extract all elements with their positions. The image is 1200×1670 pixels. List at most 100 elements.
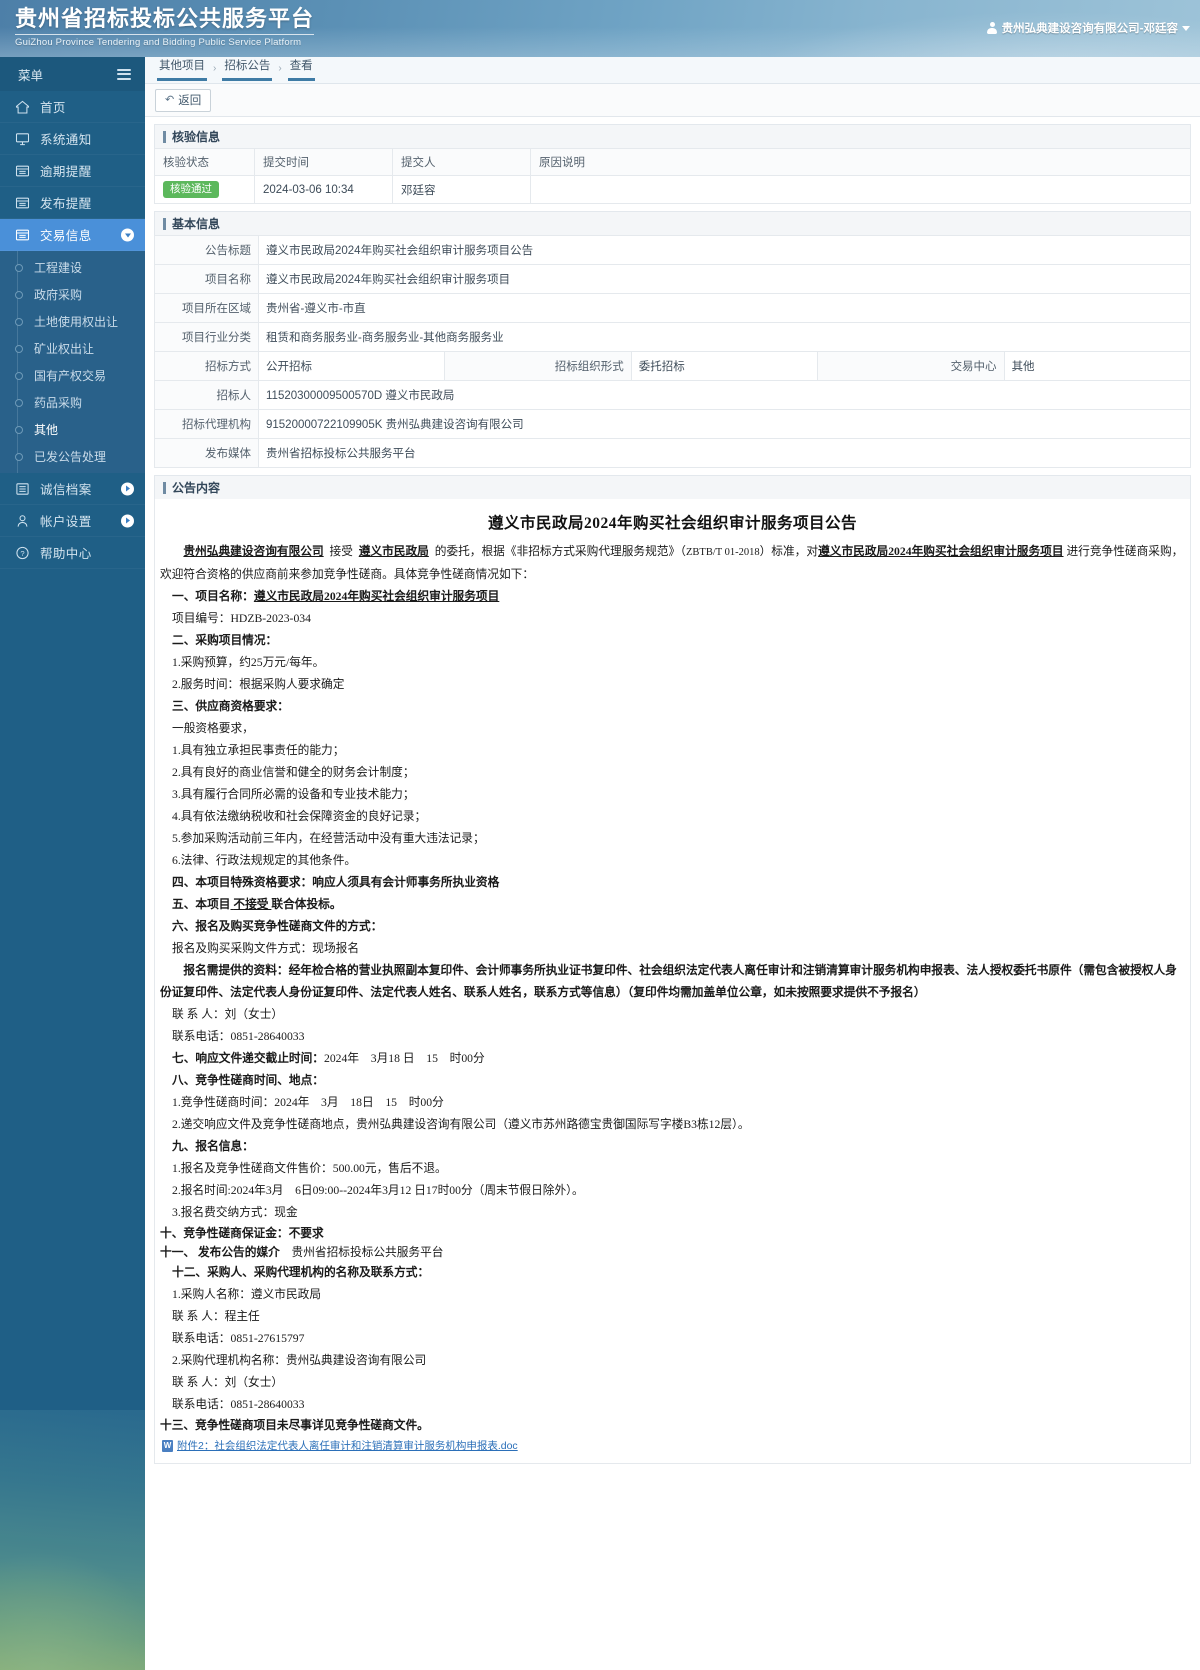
app-header: 贵州省招标投标公共服务平台 GuiZhou Province Tendering… — [0, 0, 1200, 57]
chevron-down-icon[interactable] — [121, 228, 134, 241]
basic-section-header: 基本信息 — [154, 211, 1191, 235]
sidebar-item-publish-reminder[interactable]: 发布提醒 — [0, 187, 145, 219]
sidebar-subitem-label: 其他 — [34, 423, 59, 437]
hamburger-icon[interactable] — [117, 68, 131, 80]
basic-info-table: 公告标题 遵义市民政局2024年购买社会组织审计服务项目公告 项目名称 遵义市民… — [154, 235, 1192, 468]
sidebar-subitem-label: 国有产权交易 — [34, 369, 107, 383]
table-row: 招标人 11520300009500570D 遵义市民政局 — [154, 380, 1191, 410]
back-button[interactable]: ↶ 返回 — [155, 88, 212, 112]
section-8-heading: 八、竞争性磋商时间、地点： — [172, 1074, 324, 1087]
sidebar-submenu: 工程建设 政府采购 土地使用权出让 矿业权出让 国有产权交易 药品采购 其他 已… — [0, 251, 145, 473]
field-label: 项目所在区域 — [154, 293, 259, 323]
field-value-trade-center: 其他 — [1003, 351, 1192, 381]
sidebar-item-label: 发布提醒 — [40, 197, 92, 211]
field-value-org-form: 委托招标 — [630, 351, 819, 381]
sidebar-item-account-settings[interactable]: 帐户设置 — [0, 505, 145, 537]
section-9-item-2: 2.报名时间:2024年3月 6日09:00--2024年3月12 日17时00… — [172, 1184, 584, 1197]
sidebar-subitem-state-property[interactable]: 国有产权交易 — [0, 362, 145, 389]
section-1-value: 遵义市民政局2024年购买社会组织审计服务项目 — [253, 590, 500, 603]
archive-icon — [16, 482, 29, 495]
field-label: 招标代理机构 — [154, 409, 259, 439]
announcement-body: 遵义市民政局2024年购买社会组织审计服务项目公告 贵州弘典建设咨询有限公司 接… — [154, 499, 1191, 1464]
chevron-down-icon — [1182, 25, 1190, 31]
section-6-method: 报名及购买采购文件方式：现场报名 — [172, 942, 360, 955]
cell-verify-status: 核验通过 — [154, 175, 255, 204]
section-12-buyer-phone: 联系电话：0851-27615797 — [172, 1332, 305, 1345]
section-8-item-1: 1.竞争性磋商时间：2024年 3月 18日 15 时00分 — [172, 1096, 444, 1109]
section-accent-bar — [163, 217, 166, 230]
attachment-link[interactable]: 附件2：社会组织法定代表人离任审计和注销清算审计服务机构申报表.doc — [158, 1435, 520, 1459]
section-3-item-1: 1.具有独立承担民事责任的能力； — [172, 744, 345, 757]
section-2-heading: 二、采购项目情况： — [172, 634, 278, 647]
field-label: 项目行业分类 — [154, 322, 259, 352]
col-submit-time: 提交时间 — [254, 148, 393, 176]
section-12-buyer-name: 1.采购人名称：遵义市民政局 — [172, 1288, 322, 1301]
basic-info-panel: 基本信息 公告标题 遵义市民政局2024年购买社会组织审计服务项目公告 项目名称… — [154, 211, 1192, 468]
sidebar-item-home[interactable]: 首页 — [0, 91, 145, 123]
monitor-icon — [15, 132, 30, 145]
section-9-item-3: 3.报名费交纳方式：现金 — [172, 1206, 298, 1219]
section-11-value: 贵州省招标投标公共服务平台 — [291, 1246, 444, 1259]
sidebar-item-label: 逾期提醒 — [40, 165, 92, 179]
breadcrumb-item-other-project[interactable]: 其他项目 — [157, 59, 207, 81]
list-icon — [15, 165, 30, 176]
section-5-heading: 五、本项目 不接受 联合体投标。 — [158, 894, 1187, 916]
breadcrumb-separator: › — [278, 62, 282, 74]
section-1-label: 一、项目名称： — [172, 590, 254, 603]
sidebar-subitem-gov-procurement[interactable]: 政府采购 — [0, 281, 145, 308]
sidebar-subitem-land-use-rights[interactable]: 土地使用权出让 — [0, 308, 145, 335]
section-12-buyer-contact: 联 系 人：程主任 — [172, 1310, 260, 1323]
breadcrumb-separator: › — [213, 62, 217, 74]
intro-accept: 接受 — [329, 545, 353, 558]
announcement-intro: 贵州弘典建设咨询有限公司 接受 遵义市民政局 的委托，根据《非招标方式采购代理服… — [158, 541, 1187, 586]
field-label: 发布媒体 — [154, 438, 259, 468]
intro-mid2: ）标准，对 — [759, 545, 819, 558]
section-11-heading: 十一、 发布公告的媒介 贵州省招标投标公共服务平台 — [158, 1243, 1187, 1262]
announcement-section-title: 公告内容 — [172, 481, 221, 495]
sidebar-subitem-drug-procurement[interactable]: 药品采购 — [0, 389, 145, 416]
sidebar-item-transaction-info[interactable]: 交易信息 — [0, 219, 145, 251]
user-name: 贵州弘典建设咨询有限公司-邓廷容 — [1001, 23, 1178, 35]
sidebar-subitem-published-notice[interactable]: 已发公告处理 — [0, 443, 145, 470]
field-label: 招标方式 — [154, 351, 259, 381]
table-row: 核验通过 2024-03-06 10:34 邓廷容 — [154, 175, 1191, 204]
announcement-title: 遵义市民政局2024年购买社会组织审计服务项目公告 — [487, 515, 857, 532]
verify-table: 核验状态 提交时间 提交人 原因说明 核验通过 2024-03-06 10:34… — [154, 148, 1191, 204]
col-reason: 原因说明 — [530, 148, 1191, 176]
sidebar-item-credit-archive[interactable]: 诚信档案 — [0, 473, 145, 505]
cell-submit-time: 2024-03-06 10:34 — [254, 175, 393, 204]
field-value-agency: 91520000722109905K 贵州弘典建设咨询有限公司 — [258, 409, 1191, 439]
back-button-label: 返回 — [178, 95, 202, 107]
sidebar-item-help-center[interactable]: ? 帮助中心 — [0, 537, 145, 569]
table-row: 项目所在区域 贵州省-遵义市-市直 — [154, 293, 1191, 323]
table-row: 项目名称 遵义市民政局2024年购买社会组织审计服务项目 — [154, 264, 1191, 294]
section-12-agency-phone: 联系电话：0851-28640033 — [172, 1398, 305, 1411]
sidebar-item-system-notice[interactable]: 系统通知 — [0, 123, 145, 155]
section-12-heading: 十二、采购人、采购代理机构的名称及联系方式： — [172, 1266, 430, 1279]
section-4-heading: 四、本项目特殊资格要求：响应人须具有会计师事务所执业资格 — [172, 876, 500, 889]
cell-submitter: 邓廷容 — [392, 175, 531, 204]
user-icon — [987, 22, 998, 34]
chevron-right-icon[interactable] — [121, 514, 134, 527]
intro-owner: 遵义市民政局 — [358, 545, 429, 558]
section-3-item-2: 2.具有良好的商业信誉和健全的财务会计制度； — [172, 766, 415, 779]
intro-agency: 贵州弘典建设咨询有限公司 — [183, 545, 324, 558]
sidebar-subitem-engineering[interactable]: 工程建设 — [0, 254, 145, 281]
user-menu[interactable]: 贵州弘典建设咨询有限公司-邓廷容 — [987, 20, 1190, 36]
breadcrumb: 其他项目 › 招标公告 › 查看 — [145, 57, 1200, 84]
project-code: 项目编号：HDZB-2023-034 — [172, 612, 311, 625]
field-label: 公告标题 — [154, 235, 259, 265]
sidebar-subitem-other[interactable]: 其他 — [0, 416, 145, 443]
section-3-item-5: 5.参加采购活动前三年内，在经营活动中没有重大违法记录； — [172, 832, 485, 845]
breadcrumb-item-tender-notice[interactable]: 招标公告 — [222, 59, 273, 81]
sidebar-item-overdue-reminder[interactable]: 逾期提醒 — [0, 155, 145, 187]
breadcrumb-item-view[interactable]: 查看 — [287, 59, 315, 81]
sidebar-subitem-label: 工程建设 — [34, 261, 83, 275]
sidebar-subitem-label: 药品采购 — [34, 396, 83, 410]
list-icon — [15, 229, 30, 240]
section-10-heading: 十、竞争性磋商保证金：不要求 — [160, 1227, 324, 1240]
chevron-right-icon[interactable] — [121, 482, 134, 495]
col-verify-status: 核验状态 — [154, 148, 255, 176]
sidebar-subitem-mining-rights[interactable]: 矿业权出让 — [0, 335, 145, 362]
attachment-label: 附件2：社会组织法定代表人离任审计和注销清算审计服务机构申报表.doc — [177, 1440, 518, 1452]
